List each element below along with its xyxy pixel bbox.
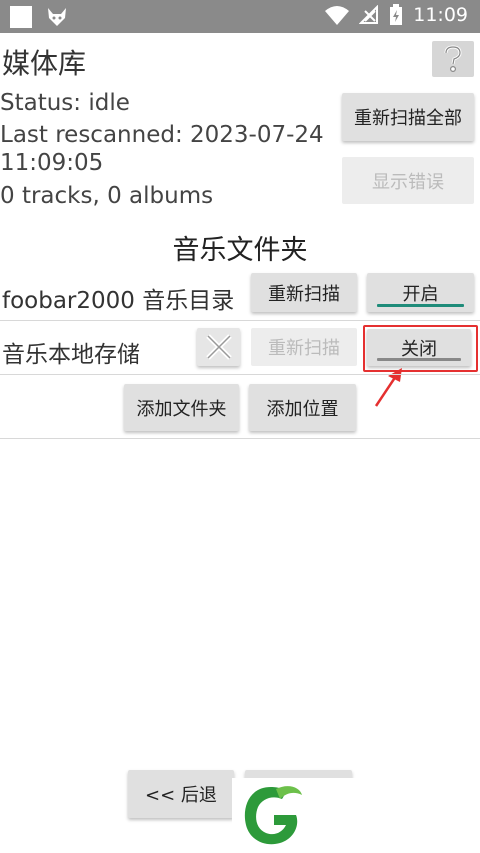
library-status: Status: idle — [0, 90, 130, 116]
highlight-box — [363, 325, 478, 372]
toggle-label: 开启 — [402, 283, 439, 305]
page-title: 媒体库 — [2, 47, 87, 80]
battery-charging-icon — [390, 4, 403, 25]
watermark-logo — [232, 778, 480, 853]
toggle-indicator — [377, 304, 464, 307]
last-rescanned-time: 11:09:05 — [0, 150, 104, 176]
no-signal-icon — [359, 5, 379, 24]
folder-toggle-on-button[interactable]: 开启 — [367, 273, 474, 312]
add-folder-button[interactable]: 添加文件夹 — [124, 384, 239, 431]
show-errors-button[interactable]: 显示错误 — [342, 157, 474, 204]
help-button[interactable] — [432, 41, 474, 77]
remove-folder-button[interactable] — [197, 328, 240, 366]
rescan-folder-button[interactable]: 重新扫描 — [251, 273, 357, 312]
notification-square-icon — [10, 6, 32, 28]
annotation-arrow-icon — [374, 368, 402, 407]
back-button[interactable]: << 后退 — [128, 770, 234, 818]
wifi-icon — [325, 6, 350, 25]
fox-app-icon — [48, 8, 66, 26]
add-location-button[interactable]: 添加位置 — [249, 384, 356, 431]
leaf-logo-icon — [244, 786, 302, 845]
question-mark-icon — [444, 45, 462, 73]
last-rescanned: Last rescanned: 2023-07-24 — [0, 122, 324, 148]
library-counts: 0 tracks, 0 albums — [0, 183, 214, 209]
section-divider — [0, 438, 480, 439]
rescan-folder-disabled-button[interactable]: 重新扫描 — [251, 328, 357, 366]
row-divider — [0, 374, 480, 375]
row-divider — [0, 320, 480, 321]
status-time: 11:09 — [413, 4, 468, 26]
music-folders-title: 音乐文件夹 — [172, 235, 308, 266]
folder-name-foobar: foobar2000 音乐目录 — [2, 288, 235, 314]
status-bar: 11:09 — [0, 0, 480, 33]
rescan-all-button[interactable]: 重新扫描全部 — [342, 93, 474, 141]
folder-name-local: 音乐本地存储 — [2, 342, 140, 368]
close-icon — [205, 334, 232, 360]
